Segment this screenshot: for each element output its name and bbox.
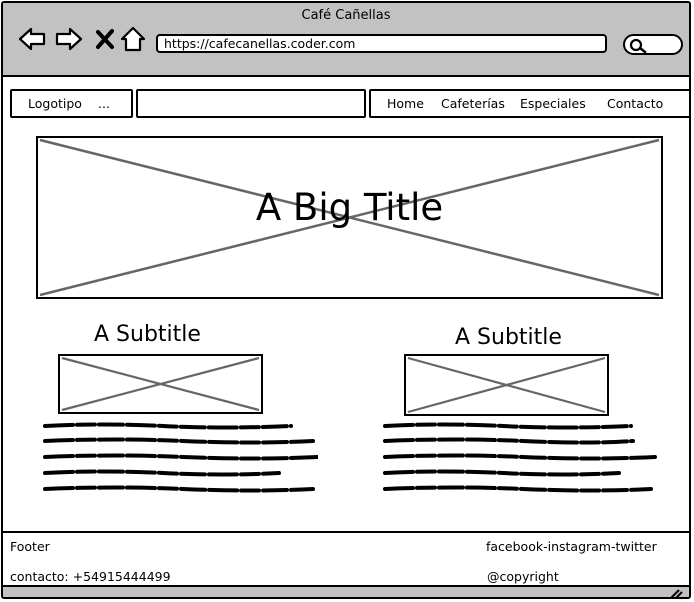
footer-contact: contacto: +54915444499 bbox=[10, 569, 171, 584]
home-icon[interactable] bbox=[120, 25, 148, 53]
status-bar bbox=[3, 587, 689, 599]
section-2-subtitle: A Subtitle bbox=[455, 325, 562, 350]
resize-grip-icon[interactable] bbox=[669, 589, 683, 599]
section-2-image-placeholder bbox=[404, 354, 609, 416]
forward-arrow-icon[interactable] bbox=[55, 25, 83, 53]
nav-cafeterias[interactable]: Cafeterías bbox=[441, 91, 505, 116]
main-nav: Home Cafeterías Especiales Contacto bbox=[369, 89, 689, 118]
window-title: Café Cañellas bbox=[301, 8, 391, 23]
section-1-subtitle: A Subtitle bbox=[94, 322, 201, 347]
footer: Footer facebook-instagram-twitter contac… bbox=[3, 531, 689, 587]
search-box[interactable] bbox=[623, 34, 683, 55]
hero-image-placeholder: A Big Title bbox=[36, 136, 663, 299]
placeholder-cross-icon bbox=[61, 356, 260, 412]
section-1-text-scribble bbox=[43, 422, 318, 493]
nav-contacto[interactable]: Contacto bbox=[607, 91, 663, 116]
section-2-text-scribble bbox=[383, 422, 657, 493]
nav-home[interactable]: Home bbox=[387, 91, 424, 116]
section-1-image-placeholder bbox=[58, 354, 263, 414]
url-bar[interactable]: https://cafecanellas.coder.com bbox=[156, 34, 607, 53]
footer-social-links[interactable]: facebook-instagram-twitter bbox=[486, 539, 657, 554]
back-arrow-icon[interactable] bbox=[18, 25, 46, 53]
browser-chrome: Café Cañellas https://cafecanellas.coder… bbox=[3, 3, 689, 77]
nav-especiales[interactable]: Especiales bbox=[520, 91, 586, 116]
logo-dots: ... bbox=[98, 96, 110, 111]
placeholder-cross-icon bbox=[407, 356, 606, 414]
header-blank-box bbox=[136, 89, 366, 118]
footer-label: Footer bbox=[10, 539, 50, 554]
browser-window: Café Cañellas https://cafecanellas.coder… bbox=[1, 1, 691, 599]
hero-title: A Big Title bbox=[255, 186, 444, 229]
search-icon bbox=[629, 38, 647, 54]
logo-label: Logotipo bbox=[28, 96, 82, 111]
footer-copyright: @copyright bbox=[487, 569, 559, 584]
close-icon[interactable] bbox=[92, 25, 120, 53]
logo-box[interactable]: Logotipo ... bbox=[10, 89, 133, 118]
